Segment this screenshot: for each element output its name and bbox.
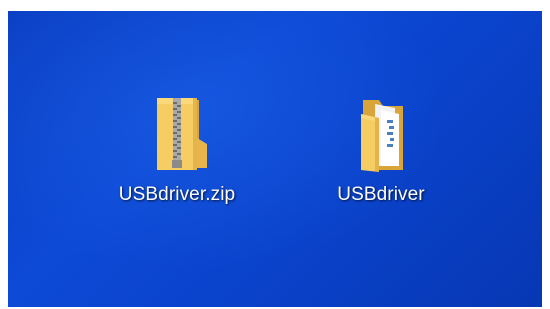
desktop-item-usbdriver[interactable]: USBdriver [311, 94, 451, 234]
desktop-item-label: USBdriver.zip [118, 184, 236, 205]
screenshot-frame: USBdriver.zip USBdriver [0, 0, 550, 309]
zip-folder-icon [157, 98, 207, 170]
folder-icon [361, 100, 403, 172]
desktop-item-usbdriver-zip[interactable]: USBdriver.zip [107, 94, 247, 234]
desktop-item-label: USBdriver [337, 184, 425, 205]
desktop[interactable]: USBdriver.zip USBdriver [8, 11, 542, 307]
